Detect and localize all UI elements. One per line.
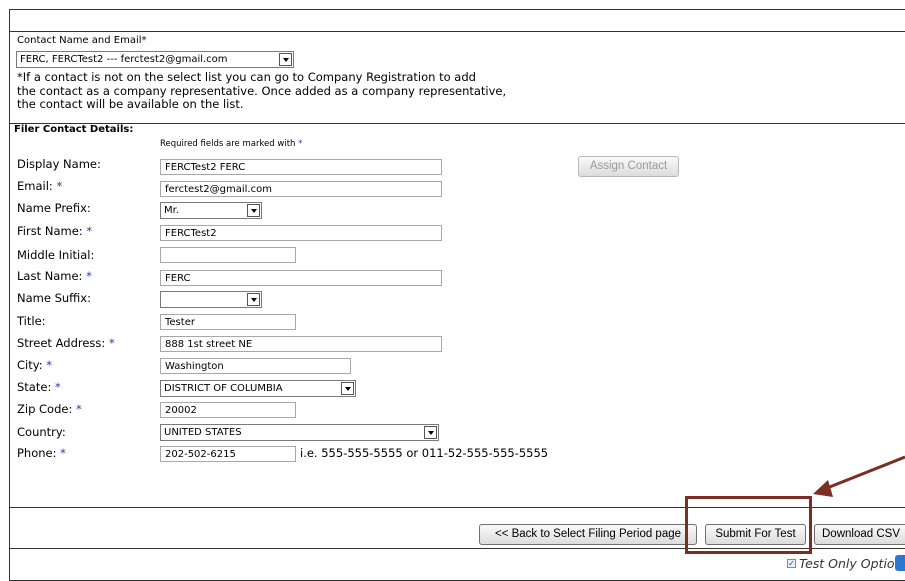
name-prefix-label: Name Prefix: bbox=[17, 201, 91, 215]
email-label: Email: * bbox=[17, 179, 63, 193]
middle-initial-input[interactable] bbox=[160, 247, 296, 263]
test-only-checkbox[interactable]: ✓ bbox=[787, 559, 796, 568]
chevron-down-icon[interactable] bbox=[341, 382, 354, 395]
city-input[interactable]: Washington bbox=[160, 358, 351, 374]
phone-input[interactable]: 202-502-6215 bbox=[160, 446, 296, 462]
first-name-label: First Name: * bbox=[17, 224, 93, 238]
display-name-input[interactable]: FERCTest2 FERC bbox=[160, 159, 442, 175]
annotation-highlight-box bbox=[685, 496, 812, 554]
chevron-down-icon[interactable] bbox=[247, 293, 260, 306]
annotation-arrow-icon bbox=[813, 455, 905, 497]
info-icon[interactable] bbox=[895, 555, 905, 571]
chevron-down-icon[interactable] bbox=[247, 204, 260, 217]
street-address-input[interactable]: 888 1st street NE bbox=[160, 336, 442, 352]
contact-name-email-label: Contact Name and Email* bbox=[17, 35, 147, 46]
chevron-down-icon[interactable] bbox=[279, 53, 292, 66]
last-name-input[interactable]: FERC bbox=[160, 270, 442, 286]
required-note: Required fields are marked with * bbox=[160, 139, 303, 149]
contact-note: *If a contact is not on the select list … bbox=[17, 70, 507, 112]
city-label: City: * bbox=[17, 358, 52, 372]
country-label: Country: bbox=[17, 425, 66, 439]
contact-note-line: *If a contact is not on the select list … bbox=[17, 70, 476, 84]
contact-select[interactable]: FERC, FERCTest2 --- ferctest2@gmail.com bbox=[16, 51, 294, 68]
display-name-label: Display Name: bbox=[17, 157, 101, 171]
state-label: State: * bbox=[17, 380, 61, 394]
first-name-input[interactable]: FERCTest2 bbox=[160, 225, 442, 241]
name-suffix-select[interactable] bbox=[160, 291, 262, 308]
title-label: Title: bbox=[17, 314, 46, 328]
filer-contact-heading: Filer Contact Details: bbox=[14, 124, 134, 135]
divider bbox=[9, 123, 905, 124]
state-value: DISTRICT OF COLUMBIA bbox=[164, 383, 283, 394]
last-name-label: Last Name: * bbox=[17, 269, 92, 283]
zip-code-input[interactable]: 20002 bbox=[160, 402, 296, 418]
country-select[interactable]: UNITED STATES bbox=[160, 424, 439, 441]
phone-format-hint: i.e. 555-555-5555 or 011-52-555-555-5555 bbox=[300, 446, 549, 460]
zip-code-label: Zip Code: * bbox=[17, 402, 82, 416]
contact-select-value: FERC, FERCTest2 --- ferctest2@gmail.com bbox=[20, 54, 228, 65]
middle-initial-label: Middle Initial: bbox=[17, 248, 95, 262]
name-prefix-value: Mr. bbox=[164, 205, 179, 216]
name-prefix-select[interactable]: Mr. bbox=[160, 202, 262, 219]
phone-label: Phone: * bbox=[17, 446, 66, 460]
country-value: UNITED STATES bbox=[164, 427, 242, 438]
assign-contact-button[interactable]: Assign Contact bbox=[578, 156, 679, 177]
test-only-label: Test Only Option bbox=[799, 556, 903, 571]
back-to-filing-period-button[interactable]: << Back to Select Filing Period page bbox=[479, 524, 697, 545]
street-address-label: Street Address: * bbox=[17, 336, 115, 350]
name-suffix-label: Name Suffix: bbox=[17, 291, 91, 305]
chevron-down-icon[interactable] bbox=[424, 426, 437, 439]
title-input[interactable]: Tester bbox=[160, 314, 296, 330]
contact-note-line: the contact will be available on the lis… bbox=[17, 97, 244, 111]
state-select[interactable]: DISTRICT OF COLUMBIA bbox=[160, 380, 356, 397]
email-input[interactable]: ferctest2@gmail.com bbox=[160, 181, 442, 197]
contact-note-line: the contact as a company representative.… bbox=[17, 83, 507, 98]
divider bbox=[9, 31, 905, 32]
download-csv-button[interactable]: Download CSV bbox=[814, 524, 905, 545]
